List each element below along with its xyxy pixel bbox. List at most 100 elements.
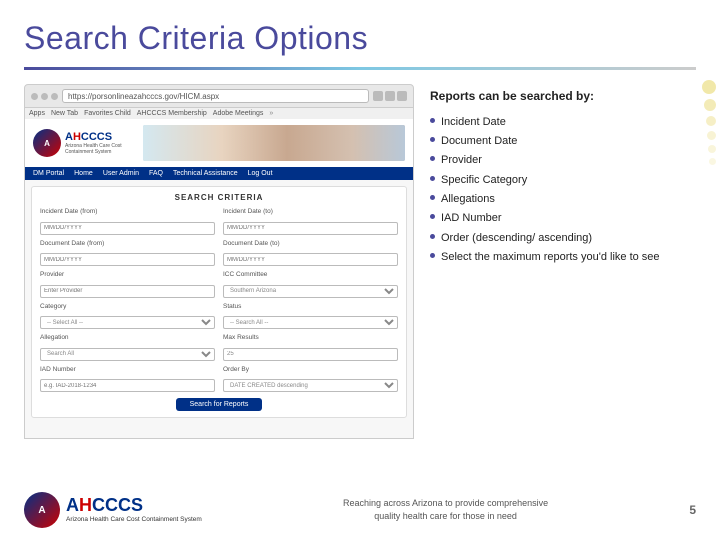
incident-date-from-input[interactable] xyxy=(40,222,215,235)
document-date-to-input[interactable] xyxy=(223,253,398,266)
url-bar[interactable]: https://porsonlineazahcccs.gov/HICM.aspx xyxy=(62,89,369,103)
bullet-dot-icon xyxy=(430,214,435,219)
bullet-dot-icon xyxy=(430,137,435,142)
footer-tagline-line2: quality health care for those in need xyxy=(343,510,548,524)
bullet-specific-category: Specific Category xyxy=(430,173,696,187)
browser-screenshot: https://porsonlineazahcccs.gov/HICM.aspx… xyxy=(24,84,414,439)
footer-logo-text-block: AHCCCS Arizona Health Care Cost Containm… xyxy=(66,495,202,524)
title-divider xyxy=(24,67,696,70)
slide-footer: A AHCCCS Arizona Health Care Cost Contai… xyxy=(24,492,696,528)
category-label: Category xyxy=(40,303,215,310)
portal-nav-home[interactable]: Home xyxy=(74,170,93,177)
document-date-from-input[interactable] xyxy=(40,253,215,266)
search-criteria-title: SEARCH CRITERIA xyxy=(40,193,398,202)
browser-window-controls xyxy=(31,93,58,100)
bullet-text-max-reports: Select the maximum reports you'd like to… xyxy=(441,250,660,264)
incident-date-to-input[interactable] xyxy=(223,222,398,235)
ahcccs-logo: A AHCCCS Arizona Health Care Cost Contai… xyxy=(33,129,135,157)
portal-navigation: DM Portal Home User Admin FAQ Technical … xyxy=(25,167,413,180)
form-row-document-date: Document Date (from) Document Date (to) xyxy=(40,240,398,267)
bullet-text-provider: Provider xyxy=(441,153,482,167)
searched-by-heading: Reports can be searched by: xyxy=(430,88,696,105)
footer-logo-area: A AHCCCS Arizona Health Care Cost Contai… xyxy=(24,492,202,528)
bullet-provider: Provider xyxy=(430,153,696,167)
form-row-iad: IAD Number Order By DATE CREATED descend… xyxy=(40,366,398,393)
slide-container: Search Criteria Options https://porsonli… xyxy=(0,0,720,540)
document-date-to-label: Document Date (to) xyxy=(223,240,398,247)
bullet-dot-icon xyxy=(430,234,435,239)
deco-dot-3 xyxy=(706,116,716,126)
banner-image xyxy=(143,125,405,161)
bullet-allegations: Allegations xyxy=(430,192,696,206)
bullet-list: Incident Date Document Date Provider Spe… xyxy=(430,115,696,264)
portal-nav-tech[interactable]: Technical Assistance xyxy=(173,170,238,177)
form-row-incident-date: Incident Date (from) Incident Date (to) xyxy=(40,208,398,235)
provider-group: Provider xyxy=(40,271,215,298)
ahcccs-acronym: AHCCCS xyxy=(65,131,135,143)
bookmark-apps: Apps xyxy=(29,110,45,117)
form-row-allegation: Allegation Search All Max Results xyxy=(40,334,398,361)
iad-number-input[interactable] xyxy=(40,379,215,392)
bullet-text-order: Order (descending/ ascending) xyxy=(441,231,592,245)
deco-dot-5 xyxy=(708,145,716,153)
portal-nav-useradmin[interactable]: User Admin xyxy=(103,170,139,177)
bookmark-newtab: New Tab xyxy=(51,110,78,117)
deco-dot-4 xyxy=(707,131,716,140)
browser-chrome: https://porsonlineazahcccs.gov/HICM.aspx xyxy=(24,84,414,108)
category-group: Category -- Select All -- xyxy=(40,303,215,330)
form-row-category: Category -- Select All -- Status -- Sear… xyxy=(40,303,398,330)
order-by-group: Order By DATE CREATED descending xyxy=(223,366,398,393)
right-info-panel: Reports can be searched by: Incident Dat… xyxy=(430,84,696,439)
iad-number-label: IAD Number xyxy=(40,366,215,373)
bullet-text-document-date: Document Date xyxy=(441,134,517,148)
bookmark-fav: Favorites Child xyxy=(84,110,131,117)
page-title: Search Criteria Options xyxy=(24,20,696,57)
footer-ahcccs-acronym: AHCCCS xyxy=(66,495,202,516)
close-dot xyxy=(31,93,38,100)
browser-content: A AHCCCS Arizona Health Care Cost Contai… xyxy=(24,119,414,439)
bullet-dot-icon xyxy=(430,156,435,161)
incident-date-from-label: Incident Date (from) xyxy=(40,208,215,215)
allegation-group: Allegation Search All xyxy=(40,334,215,361)
order-by-select[interactable]: DATE CREATED descending xyxy=(223,379,398,392)
document-date-from-label: Document Date (from) xyxy=(40,240,215,247)
more-icon xyxy=(397,91,407,101)
footer-full-name: Arizona Health Care Cost Containment Sys… xyxy=(66,516,202,524)
bullet-document-date: Document Date xyxy=(430,134,696,148)
deco-dot-1 xyxy=(702,80,716,94)
settings-icon xyxy=(385,91,395,101)
portal-nav-logout[interactable]: Log Out xyxy=(248,170,273,177)
minimize-dot xyxy=(41,93,48,100)
status-group: Status -- Search All -- xyxy=(223,303,398,330)
allegation-label: Allegation xyxy=(40,334,215,341)
provider-input[interactable] xyxy=(40,285,215,298)
bullet-dot-icon xyxy=(430,195,435,200)
bullet-order: Order (descending/ ascending) xyxy=(430,231,696,245)
incident-date-to-label: Incident Date (to) xyxy=(223,208,398,215)
bullet-max-reports: Select the maximum reports you'd like to… xyxy=(430,250,696,264)
icc-committee-select[interactable]: Southern Arizona xyxy=(223,285,398,298)
status-label: Status xyxy=(223,303,398,310)
status-select[interactable]: -- Search All -- xyxy=(223,316,398,329)
search-button-row: Search for Reports xyxy=(40,398,398,411)
category-select[interactable]: -- Select All -- xyxy=(40,316,215,329)
portal-nav-dm[interactable]: DM Portal xyxy=(33,170,64,177)
bullet-text-incident-date: Incident Date xyxy=(441,115,506,129)
max-results-input[interactable] xyxy=(223,348,398,361)
document-date-from-group: Document Date (from) xyxy=(40,240,215,267)
ahcccs-logo-text-block: AHCCCS Arizona Health Care Cost Containm… xyxy=(65,131,135,155)
decorative-dots xyxy=(690,80,720,380)
portal-nav-faq[interactable]: FAQ xyxy=(149,170,163,177)
order-by-label: Order By xyxy=(223,366,398,373)
bookmark-ahcccs: AHCCCS Membership xyxy=(137,110,207,117)
maximize-dot xyxy=(51,93,58,100)
main-content: https://porsonlineazahcccs.gov/HICM.aspx… xyxy=(24,84,696,439)
allegation-select[interactable]: Search All xyxy=(40,348,215,361)
incident-date-to-group: Incident Date (to) xyxy=(223,208,398,235)
footer-tagline: Reaching across Arizona to provide compr… xyxy=(343,497,548,524)
search-reports-button[interactable]: Search for Reports xyxy=(176,398,263,411)
bullet-incident-date: Incident Date xyxy=(430,115,696,129)
bullet-iad-number: IAD Number xyxy=(430,211,696,225)
bullet-text-allegations: Allegations xyxy=(441,192,495,206)
page-number: 5 xyxy=(689,503,696,517)
